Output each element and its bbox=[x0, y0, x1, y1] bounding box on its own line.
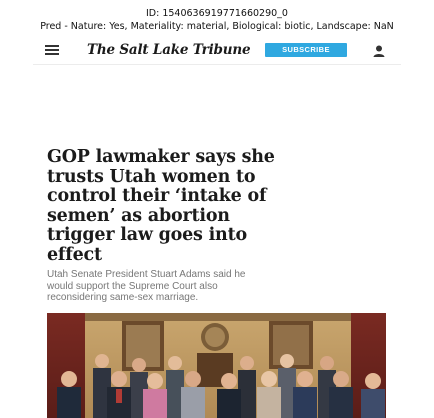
headline-line: control their ‘intake of bbox=[47, 186, 267, 206]
headline-line: semen’ as abortion bbox=[47, 205, 230, 226]
site-logo[interactable]: The Salt Lake Tribune bbox=[87, 42, 257, 58]
subscribe-button[interactable]: SUBSCRIBE bbox=[265, 43, 347, 57]
headline-line: GOP lawmaker says she bbox=[47, 147, 275, 167]
subhead-line: would support the Supreme Court also bbox=[47, 280, 218, 292]
headline-line: trusts Utah women to bbox=[47, 166, 256, 187]
article-subheadline: Utah Senate President Stuart Adams said … bbox=[47, 269, 377, 304]
article-screenshot: The Salt Lake Tribune SUBSCRIBE GOP lawm… bbox=[33, 36, 401, 418]
headline-line: effect bbox=[47, 244, 102, 265]
subhead-line: Utah Senate President Stuart Adams said … bbox=[47, 269, 246, 280]
article-photo[interactable] bbox=[47, 313, 386, 418]
hamburger-menu-icon[interactable] bbox=[45, 45, 59, 55]
prediction-caption: Pred - Nature: Yes, Materiality: materia… bbox=[40, 21, 394, 32]
site-header: The Salt Lake Tribune SUBSCRIBE bbox=[33, 36, 401, 65]
subhead-line: reconsidering same-sex marriage. bbox=[47, 292, 199, 303]
article-headline[interactable]: GOP lawmaker says she trusts Utah women … bbox=[47, 147, 387, 265]
user-icon[interactable] bbox=[372, 43, 386, 57]
headline-line: trigger law goes into bbox=[47, 225, 247, 245]
image-id-caption: ID: 1540636919771660290_0 bbox=[146, 8, 288, 19]
